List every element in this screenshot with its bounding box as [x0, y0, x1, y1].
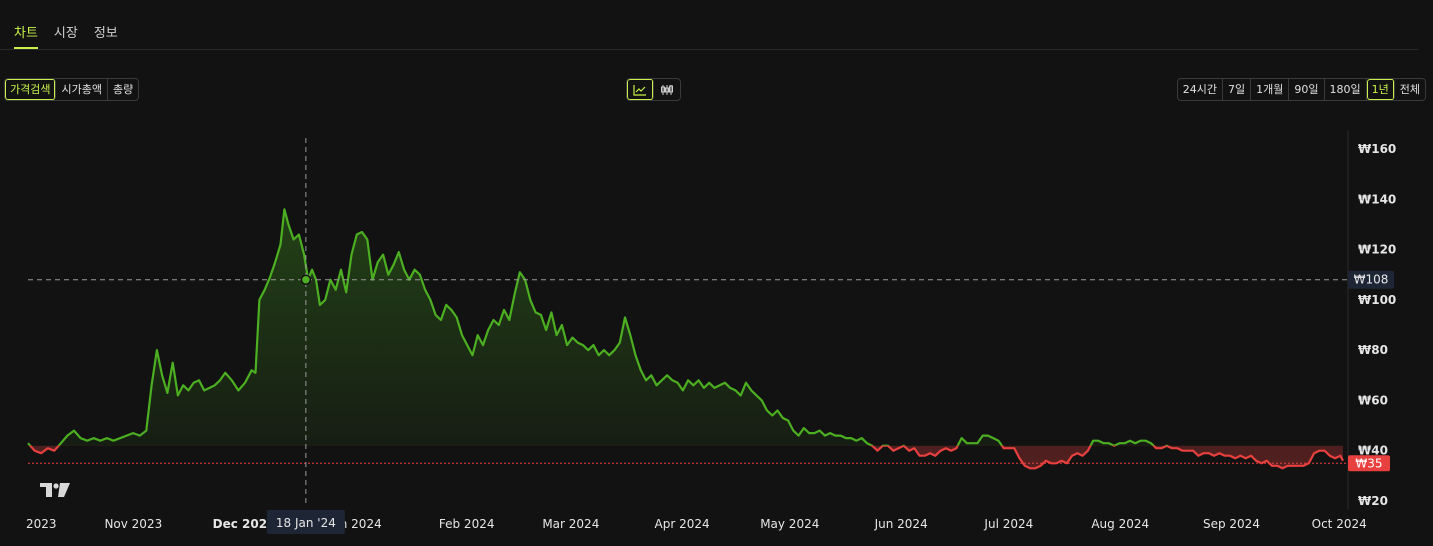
y-tick-label: ₩100 — [1358, 293, 1396, 307]
x-tick-label: Dec 2023 — [213, 517, 276, 531]
y-tick-label: ₩20 — [1358, 494, 1388, 508]
x-tick-label: Oct 2024 — [1312, 517, 1367, 531]
x-tick-label: Feb 2024 — [439, 517, 495, 531]
line-chart-icon — [633, 84, 646, 96]
line-chart-button[interactable] — [627, 79, 654, 100]
price-chart[interactable]: ₩160₩140₩120₩100₩80₩60₩40₩20 2023 Nov 202… — [0, 130, 1433, 546]
x-tick-label: Apr 2024 — [655, 517, 710, 531]
crosshair-price-label: ₩108 — [1354, 273, 1389, 287]
range-180d-button[interactable]: 180일 — [1325, 79, 1367, 100]
range-24h-button[interactable]: 24시간 — [1178, 79, 1223, 100]
y-tick-label: ₩120 — [1358, 243, 1396, 257]
y-axis-ticks: ₩160₩140₩120₩100₩80₩60₩40₩20 — [1358, 142, 1396, 508]
y-tick-label: ₩140 — [1358, 192, 1396, 206]
x-tick-label: Jul 2024 — [983, 517, 1033, 531]
x-tick-label: Nov 2023 — [104, 517, 162, 531]
metric-selector: 가격검색 시가총액 총량 — [4, 78, 140, 101]
price-area — [28, 209, 1343, 469]
top-tabs: 차트 시장 정보 — [14, 22, 118, 49]
market-cap-button[interactable]: 시가총액 — [56, 79, 108, 100]
area-above-baseline — [28, 209, 1154, 446]
candlestick-icon — [661, 84, 673, 95]
range-7d-button[interactable]: 7일 — [1223, 79, 1252, 100]
range-1m-button[interactable]: 1개월 — [1251, 79, 1290, 100]
x-tick-label: Jun 2024 — [874, 517, 928, 531]
tab-info[interactable]: 정보 — [94, 22, 118, 49]
x-axis-ticks: 2023 Nov 2023 Dec 2023 Jan 2024 Feb 2024 Mar … — [26, 517, 1367, 531]
x-tick-label: Sep 2024 — [1203, 517, 1260, 531]
crosshair-date-label: 18 Jan '24 — [276, 516, 336, 530]
x-tick-label: 2023 — [26, 517, 57, 531]
tab-chart[interactable]: 차트 — [14, 22, 38, 49]
current-price-label: ₩35 — [1355, 456, 1382, 470]
range-all-button[interactable]: 전체 — [1395, 79, 1425, 100]
tradingview-logo-icon — [40, 483, 70, 497]
price-button[interactable]: 가격검색 — [5, 79, 57, 100]
range-selector: 24시간 7일 1개월 90일 180일 1년 전체 — [1176, 78, 1426, 101]
tab-market[interactable]: 시장 — [54, 22, 78, 49]
tabs-divider — [0, 49, 1418, 50]
crosshair-point — [300, 274, 312, 285]
volume-button[interactable]: 총량 — [108, 79, 138, 100]
x-tick-label: May 2024 — [760, 517, 819, 531]
candlestick-button[interactable] — [654, 79, 680, 100]
y-tick-label: ₩160 — [1358, 142, 1396, 156]
range-90d-button[interactable]: 90일 — [1289, 79, 1325, 100]
x-tick-label: Mar 2024 — [542, 517, 599, 531]
chart-style-selector — [626, 78, 681, 101]
range-1y-button[interactable]: 1년 — [1367, 79, 1395, 100]
y-tick-label: ₩80 — [1358, 343, 1388, 357]
y-tick-label: ₩60 — [1358, 393, 1388, 407]
x-tick-label: Aug 2024 — [1091, 517, 1149, 531]
